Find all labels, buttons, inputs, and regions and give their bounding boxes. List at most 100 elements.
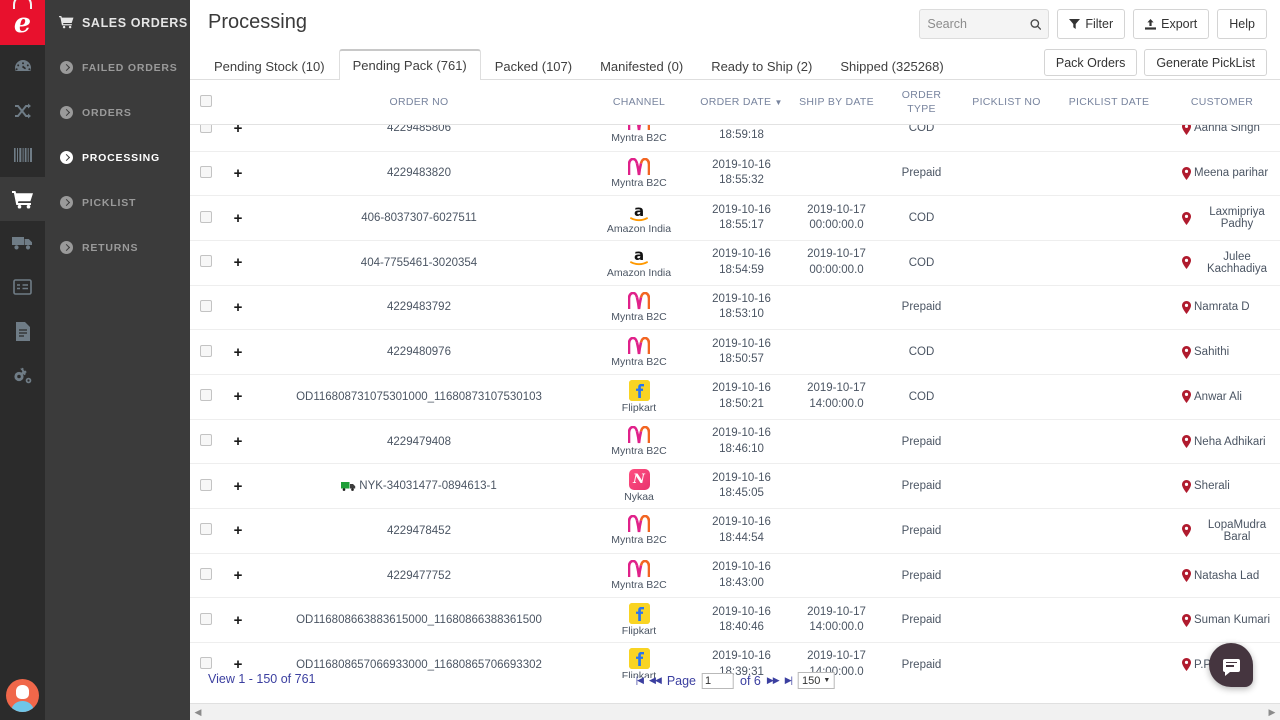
app-logo[interactable]: e (0, 0, 45, 45)
expand-row-icon[interactable]: + (234, 165, 243, 182)
row-checkbox[interactable] (200, 523, 212, 536)
row-select-cell[interactable] (190, 240, 222, 286)
truck-icon[interactable] (0, 221, 45, 265)
row-checkbox[interactable] (200, 255, 212, 268)
barcode-icon[interactable] (0, 133, 45, 177)
row-select-cell[interactable] (190, 597, 222, 644)
row-checkbox[interactable] (200, 165, 212, 178)
row-expand-cell[interactable]: + (222, 329, 254, 375)
row-checkbox[interactable] (200, 210, 212, 223)
chat-bubble-icon[interactable] (1209, 643, 1253, 687)
tab-pending-stock[interactable]: Pending Stock (10) (200, 50, 339, 81)
row-expand-cell[interactable]: + (222, 419, 254, 465)
select-all-header[interactable] (190, 80, 222, 126)
table-row[interactable]: +4229479408 Myntra B2C 2019-10-16 18:46:10 P… (190, 419, 1280, 465)
row-expand-cell[interactable]: + (222, 240, 254, 286)
prev-page-icon[interactable]: ◀◀ (649, 675, 662, 686)
page-input[interactable] (702, 672, 735, 689)
row-select-cell[interactable] (190, 463, 222, 510)
table-row[interactable]: + OD116808731075301000_11680873107530103 F… (190, 374, 1280, 420)
table-row[interactable]: +4229478452 Myntra B2C 2019-10-16 18:44:54 P… (190, 508, 1280, 554)
row-expand-cell[interactable]: + (222, 151, 254, 197)
row-select-cell[interactable] (190, 195, 222, 241)
dashboard-icon[interactable] (0, 45, 45, 89)
expand-row-icon[interactable]: + (234, 567, 243, 584)
col-picklist-date[interactable]: PICKLIST DATE (1054, 80, 1164, 126)
sidebar-item-failed-orders[interactable]: FAILED ORDERS (45, 45, 190, 90)
horizontal-scrollbar[interactable]: ◀ ▶ (190, 703, 1280, 720)
row-checkbox[interactable] (200, 389, 212, 402)
list-icon[interactable] (0, 265, 45, 309)
row-expand-cell[interactable]: + (222, 553, 254, 599)
shuffle-icon[interactable] (0, 89, 45, 133)
last-page-icon[interactable]: ▶| (785, 675, 793, 686)
table-row[interactable]: +4229485806 Myntra B2C 2019-10-1618:59:18 C… (190, 125, 1280, 152)
row-checkbox[interactable] (200, 478, 212, 491)
sidebar-item-returns[interactable]: RETURNS (45, 225, 190, 270)
row-select-cell[interactable] (190, 508, 222, 554)
row-checkbox[interactable] (200, 568, 212, 581)
col-ship-by-date[interactable]: SHIP BY DATE (789, 80, 884, 126)
expand-row-icon[interactable]: + (234, 612, 243, 629)
user-avatar[interactable] (6, 679, 39, 712)
table-row[interactable]: +4229480976 Myntra B2C 2019-10-16 18:50:57 C… (190, 329, 1280, 375)
col-customer[interactable]: CUSTOMER (1164, 80, 1280, 126)
row-checkbox[interactable] (200, 125, 212, 133)
row-select-cell[interactable] (190, 419, 222, 465)
row-expand-cell[interactable]: + (222, 285, 254, 331)
expand-row-icon[interactable]: + (234, 522, 243, 539)
tab-shipped[interactable]: Shipped (325268) (826, 50, 957, 81)
help-button[interactable]: Help (1217, 9, 1267, 39)
expand-row-icon[interactable]: + (234, 478, 243, 495)
expand-row-icon[interactable]: + (234, 210, 243, 227)
expand-row-icon[interactable]: + (234, 254, 243, 271)
row-expand-cell[interactable]: + (222, 195, 254, 241)
row-checkbox[interactable] (200, 299, 212, 312)
scroll-right-icon[interactable]: ▶ (1264, 704, 1280, 720)
sidebar-item-processing[interactable]: PROCESSING (45, 135, 190, 180)
row-checkbox[interactable] (200, 612, 212, 625)
row-expand-cell[interactable]: + (222, 508, 254, 554)
col-order-type[interactable]: ORDER TYPE (884, 80, 959, 126)
sidebar-item-picklist[interactable]: PICKLIST (45, 180, 190, 225)
table-row[interactable]: +4229483820 Myntra B2C 2019-10-16 18:55:32 P… (190, 151, 1280, 197)
table-row[interactable]: +4229477752 Myntra B2C 2019-10-16 18:43:00 P… (190, 553, 1280, 599)
tab-manifested[interactable]: Manifested (0) (586, 50, 697, 81)
first-page-icon[interactable]: |◀ (636, 675, 644, 686)
table-row[interactable]: +4229483792 Myntra B2C 2019-10-16 18:53:10 P… (190, 285, 1280, 331)
row-expand-cell[interactable]: + (222, 597, 254, 644)
expand-row-icon[interactable]: + (234, 344, 243, 361)
expand-row-icon[interactable]: + (234, 388, 243, 405)
row-expand-cell[interactable]: + (222, 125, 254, 152)
sidebar-item-orders[interactable]: ORDERS (45, 90, 190, 135)
row-select-cell[interactable] (190, 329, 222, 375)
cart-icon[interactable] (0, 177, 45, 221)
row-select-cell[interactable] (190, 374, 222, 420)
next-page-icon[interactable]: ▶▶ (767, 675, 780, 686)
gears-icon[interactable] (0, 353, 45, 397)
row-checkbox[interactable] (200, 434, 212, 446)
col-channel[interactable]: CHANNEL (584, 80, 694, 126)
orders-rows-viewport[interactable]: +4229485806Myntra B2C2019-10-1618:59:18C… (190, 125, 1280, 679)
row-select-cell[interactable] (190, 125, 222, 152)
col-order-date[interactable]: ORDER DATE ▼ (694, 80, 789, 126)
table-row[interactable]: + NYK-34031477-0894613-1 N Nykaa 2019-10-16 1… (190, 463, 1280, 510)
document-icon[interactable] (0, 309, 45, 353)
col-picklist-no[interactable]: PICKLIST NO (959, 80, 1054, 126)
search-input[interactable] (927, 17, 1030, 31)
search-box[interactable] (919, 9, 1050, 39)
expand-row-icon[interactable]: + (234, 299, 243, 316)
row-checkbox[interactable] (200, 344, 212, 357)
pack-orders-button[interactable]: Pack Orders (1043, 49, 1138, 76)
table-row[interactable]: +404-7755461-3020354 a Amazon India 2019-10… (190, 240, 1280, 286)
tab-ready-to-ship[interactable]: Ready to Ship (2) (697, 50, 826, 81)
scroll-left-icon[interactable]: ◀ (190, 704, 206, 720)
filter-button[interactable]: Filter (1057, 9, 1126, 39)
page-size-select[interactable]: 150 ▼ (797, 672, 835, 689)
export-button[interactable]: Export (1133, 9, 1210, 39)
expand-row-icon[interactable]: + (234, 125, 243, 137)
table-row[interactable]: +406-8037307-6027511 a Amazon India 2019-10… (190, 195, 1280, 241)
row-checkbox[interactable] (200, 657, 212, 670)
row-expand-cell[interactable]: + (222, 463, 254, 510)
row-select-cell[interactable] (190, 553, 222, 599)
